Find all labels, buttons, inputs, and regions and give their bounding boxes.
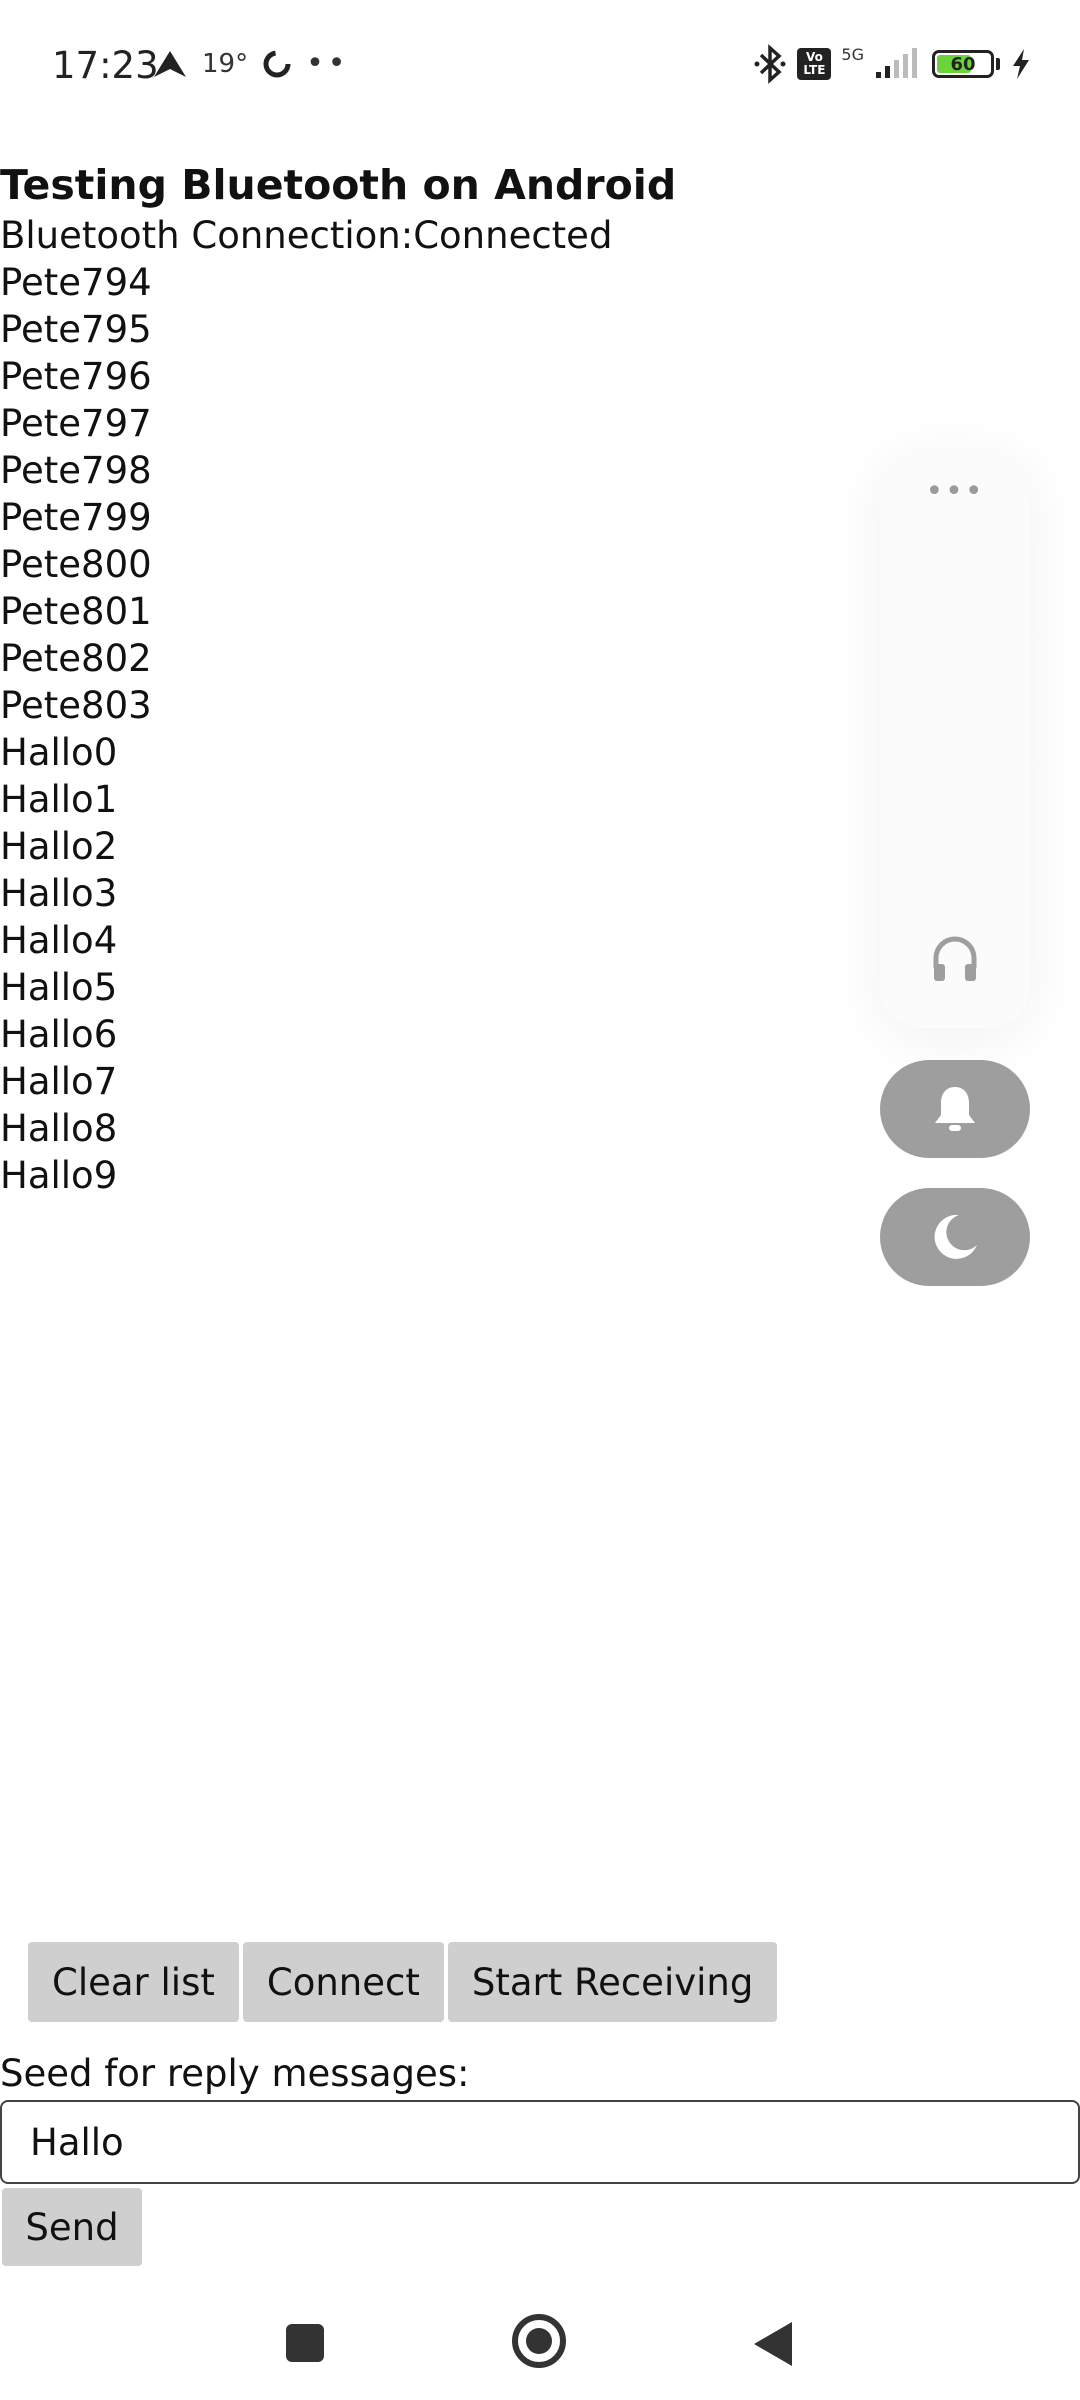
bluetooth-icon <box>754 44 786 84</box>
list-item: Pete795 <box>0 308 152 351</box>
status-bar: 17:23 19° •• Vo LTE 5G 60 <box>0 0 1080 132</box>
navigation-app-icon <box>154 50 186 77</box>
battery-level: 60 <box>950 53 976 75</box>
status-left-icons: 19° •• <box>152 46 349 81</box>
app-notification-icon <box>263 50 291 77</box>
seed-input[interactable] <box>0 2100 1080 2184</box>
charging-icon <box>1013 49 1029 79</box>
network-type: 5G <box>841 44 864 64</box>
action-buttons: Clear list Connect Start Receiving <box>28 1942 778 2022</box>
headphones-icon[interactable] <box>930 934 980 984</box>
volume-panel[interactable]: ••• <box>880 450 1030 1028</box>
panel-menu-icon[interactable]: ••• <box>880 474 1030 509</box>
page-title: Testing Bluetooth on Android <box>0 161 677 209</box>
bell-icon <box>935 1087 975 1131</box>
more-notifications-icon: •• <box>306 46 350 81</box>
list-item: Pete797 <box>0 402 152 445</box>
battery-icon: 60 <box>932 50 994 78</box>
status-right-icons: Vo LTE 5G 60 <box>753 44 1032 84</box>
back-icon[interactable] <box>752 2320 794 2368</box>
start-receiving-button[interactable]: Start Receiving <box>447 1942 778 2022</box>
list-item: Pete794 <box>0 261 152 304</box>
status-time: 17:23 <box>52 44 159 87</box>
connect-button[interactable]: Connect <box>242 1942 444 2022</box>
send-button[interactable]: Send <box>2 2188 142 2266</box>
signal-icon <box>876 48 917 78</box>
home-icon[interactable] <box>512 2314 566 2368</box>
volte-icon: Vo LTE <box>797 48 832 80</box>
home-icon-inner <box>526 2328 552 2354</box>
connection-status: Bluetooth Connection:Connected <box>0 214 613 257</box>
battery-cap <box>996 58 1000 70</box>
dnd-button[interactable] <box>880 1188 1030 1286</box>
bell-button[interactable] <box>880 1060 1030 1158</box>
temperature-text: 19° <box>202 48 249 79</box>
seed-label: Seed for reply messages: <box>0 2052 470 2095</box>
navigation-bar <box>0 2290 1080 2400</box>
recent-apps-icon[interactable] <box>286 2324 324 2362</box>
moon-icon <box>934 1214 977 1259</box>
list-item: Pete796 <box>0 355 152 398</box>
clear-list-button[interactable]: Clear list <box>28 1942 239 2022</box>
